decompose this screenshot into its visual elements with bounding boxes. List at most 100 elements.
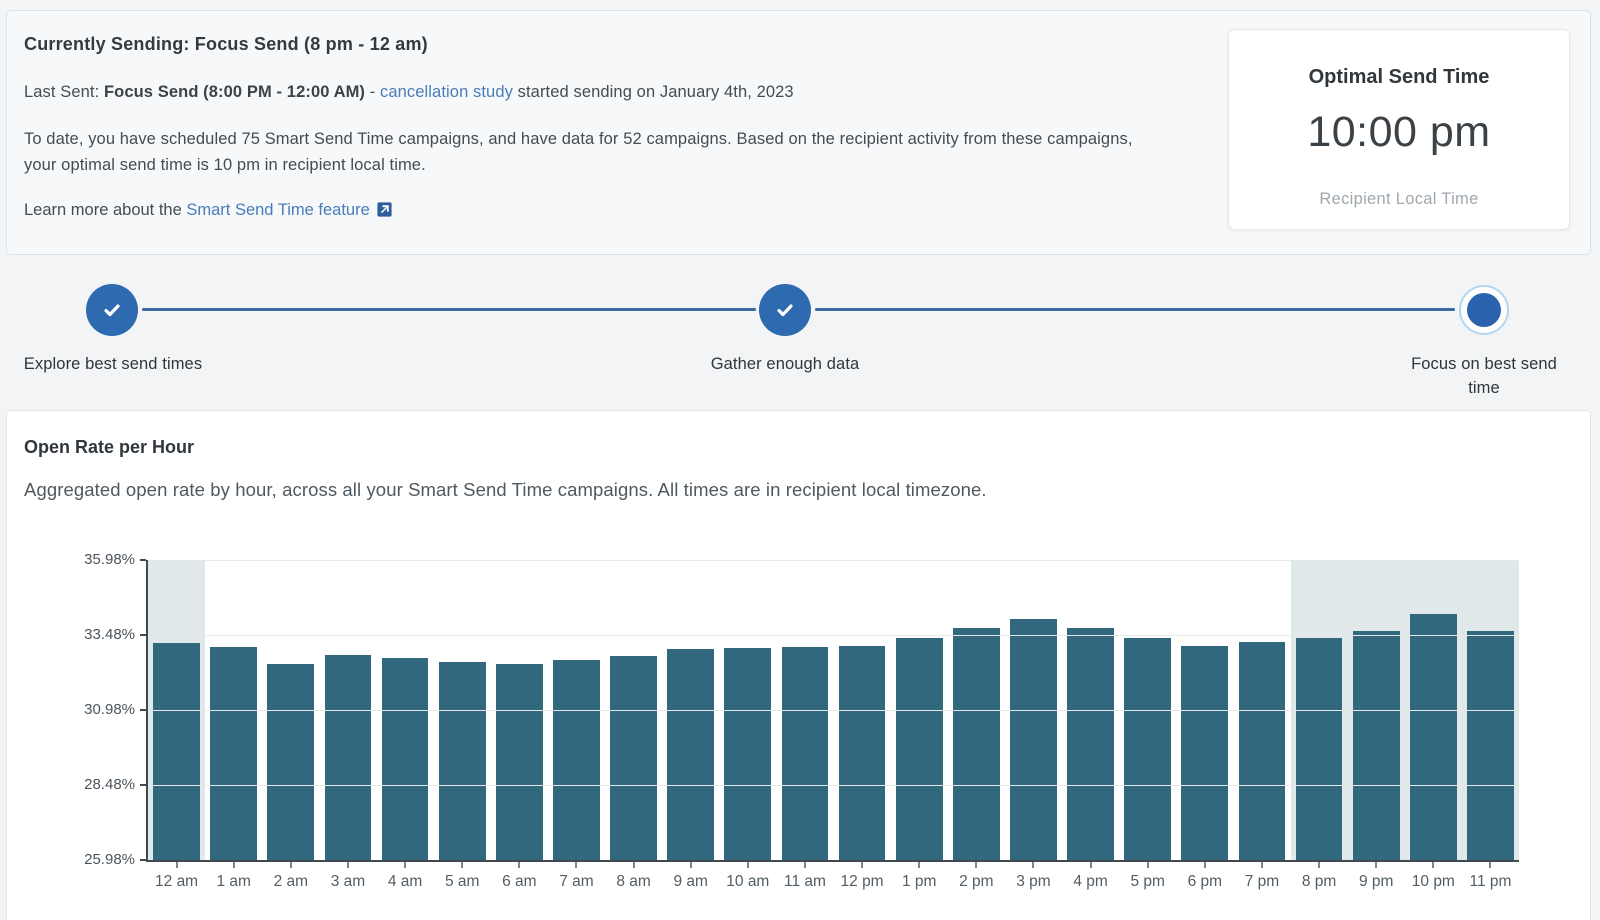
y-tick-mark [140,634,146,636]
x-axis-cell: 11 am [776,862,833,891]
x-axis-tick-label: 1 am [205,873,262,891]
x-tick-mark [461,862,463,868]
x-axis-tick-label: 11 pm [1462,873,1519,891]
learn-more-line: Learn more about the Smart Send Time fea… [24,201,393,223]
last-sent-prefix: Last Sent: [24,83,104,101]
step-connector-line-2 [815,308,1455,311]
x-tick-mark [1090,862,1092,868]
x-tick-mark [747,862,749,868]
x-axis-tick-label: 5 pm [1119,873,1176,891]
x-axis-cell: 2 pm [948,862,1005,891]
chart-subtitle: Aggregated open rate by hour, across all… [24,479,987,501]
x-axis-cell: 6 pm [1176,862,1233,891]
x-tick-mark [633,862,635,868]
x-tick-mark [1432,862,1434,868]
gridline [148,785,1519,786]
x-axis-tick-label: 10 pm [1405,873,1462,891]
chart-title: Open Rate per Hour [24,437,194,458]
x-axis-tick-label: 7 am [548,873,605,891]
step-label-explore: Explore best send times [7,352,219,376]
open-rate-bar [325,655,372,861]
open-rate-bar [496,664,543,860]
open-rate-bar [1010,619,1057,860]
x-axis-cell: 7 pm [1233,862,1290,891]
x-axis-tick-label: 6 pm [1176,873,1233,891]
check-icon [772,297,798,323]
x-tick-mark [518,862,520,868]
last-sent-suffix: started sending on January 4th, 2023 [513,83,794,101]
x-tick-mark [690,862,692,868]
x-axis-tick-label: 12 pm [834,873,891,891]
step-label-gather: Gather enough data [685,352,885,376]
x-axis-cell: 5 am [434,862,491,891]
x-axis-cell: 10 am [719,862,776,891]
open-rate-bar [1410,614,1457,860]
x-tick-mark [804,862,806,868]
gridline [148,560,1519,561]
x-axis-cell: 1 pm [891,862,948,891]
step-current-circle-3 [1459,285,1509,335]
x-axis-tick-label: 11 am [776,873,833,891]
x-axis-cell: 7 am [548,862,605,891]
x-axis-cell: 2 am [262,862,319,891]
y-axis-tick-label: 25.98% [7,851,135,868]
x-tick-mark [1318,862,1320,868]
optimal-send-time-caption: Recipient Local Time [1229,190,1569,209]
open-rate-bar [1467,631,1514,860]
open-rate-bar [267,664,314,860]
x-axis-tick-label: 7 pm [1233,873,1290,891]
open-rate-bar [782,647,829,860]
x-tick-mark [975,862,977,868]
x-axis-tick-label: 3 pm [1005,873,1062,891]
x-axis-tick-label: 6 am [491,873,548,891]
x-tick-mark [404,862,406,868]
bar-chart-plot-area [148,560,1519,860]
open-rate-bar [553,660,600,860]
x-axis-labels: 12 am1 am2 am3 am4 am5 am6 am7 am8 am9 a… [148,862,1519,891]
y-axis-tick-label: 33.48% [7,626,135,643]
y-tick-mark [140,709,146,711]
open-rate-bar [439,662,486,860]
optimal-send-time-card: Optimal Send Time 10:00 pm Recipient Loc… [1228,29,1570,230]
cancellation-study-link[interactable]: cancellation study [380,83,513,101]
open-rate-bar [667,649,714,860]
open-rate-bar [382,658,429,860]
external-link-icon[interactable] [376,201,393,223]
currently-sending-heading: Currently Sending: Focus Send (8 pm - 12… [24,34,428,55]
last-sent-line: Last Sent: Focus Send (8:00 PM - 12:00 A… [24,83,794,102]
x-axis-tick-label: 8 pm [1291,873,1348,891]
open-rate-bar [210,647,257,860]
x-axis-tick-label: 9 pm [1348,873,1405,891]
x-axis-cell: 4 am [377,862,434,891]
x-axis-tick-label: 3 am [319,873,376,891]
x-axis-tick-label: 12 am [148,873,205,891]
x-tick-mark [918,862,920,868]
x-tick-mark [575,862,577,868]
y-tick-mark [140,559,146,561]
x-axis-tick-label: 1 pm [891,873,948,891]
open-rate-bar [1296,638,1343,860]
x-tick-mark [1375,862,1377,868]
open-rate-bar [953,628,1000,860]
step-complete-circle-1 [86,284,138,336]
current-step-dot-icon [1467,293,1501,327]
x-axis-cell: 12 am [148,862,205,891]
x-axis-cell: 8 pm [1291,862,1348,891]
x-axis-cell: 9 am [662,862,719,891]
x-tick-mark [1032,862,1034,868]
x-axis-tick-label: 4 am [377,873,434,891]
smart-send-time-feature-link[interactable]: Smart Send Time feature [186,201,369,219]
x-tick-mark [1147,862,1149,868]
open-rate-bar [153,643,200,860]
x-tick-mark [1261,862,1263,868]
smart-send-time-page: { "colors": { "page_background": "#f2f4f… [0,0,1600,920]
x-tick-mark [290,862,292,868]
x-axis-tick-label: 5 am [434,873,491,891]
optimal-send-time-title: Optimal Send Time [1229,66,1569,89]
y-axis-tick-label: 28.48% [7,776,135,793]
y-tick-mark [140,859,146,861]
x-axis-cell: 3 am [319,862,376,891]
x-tick-mark [233,862,235,868]
x-axis-cell: 12 pm [834,862,891,891]
y-axis-tick-label: 35.98% [7,551,135,568]
